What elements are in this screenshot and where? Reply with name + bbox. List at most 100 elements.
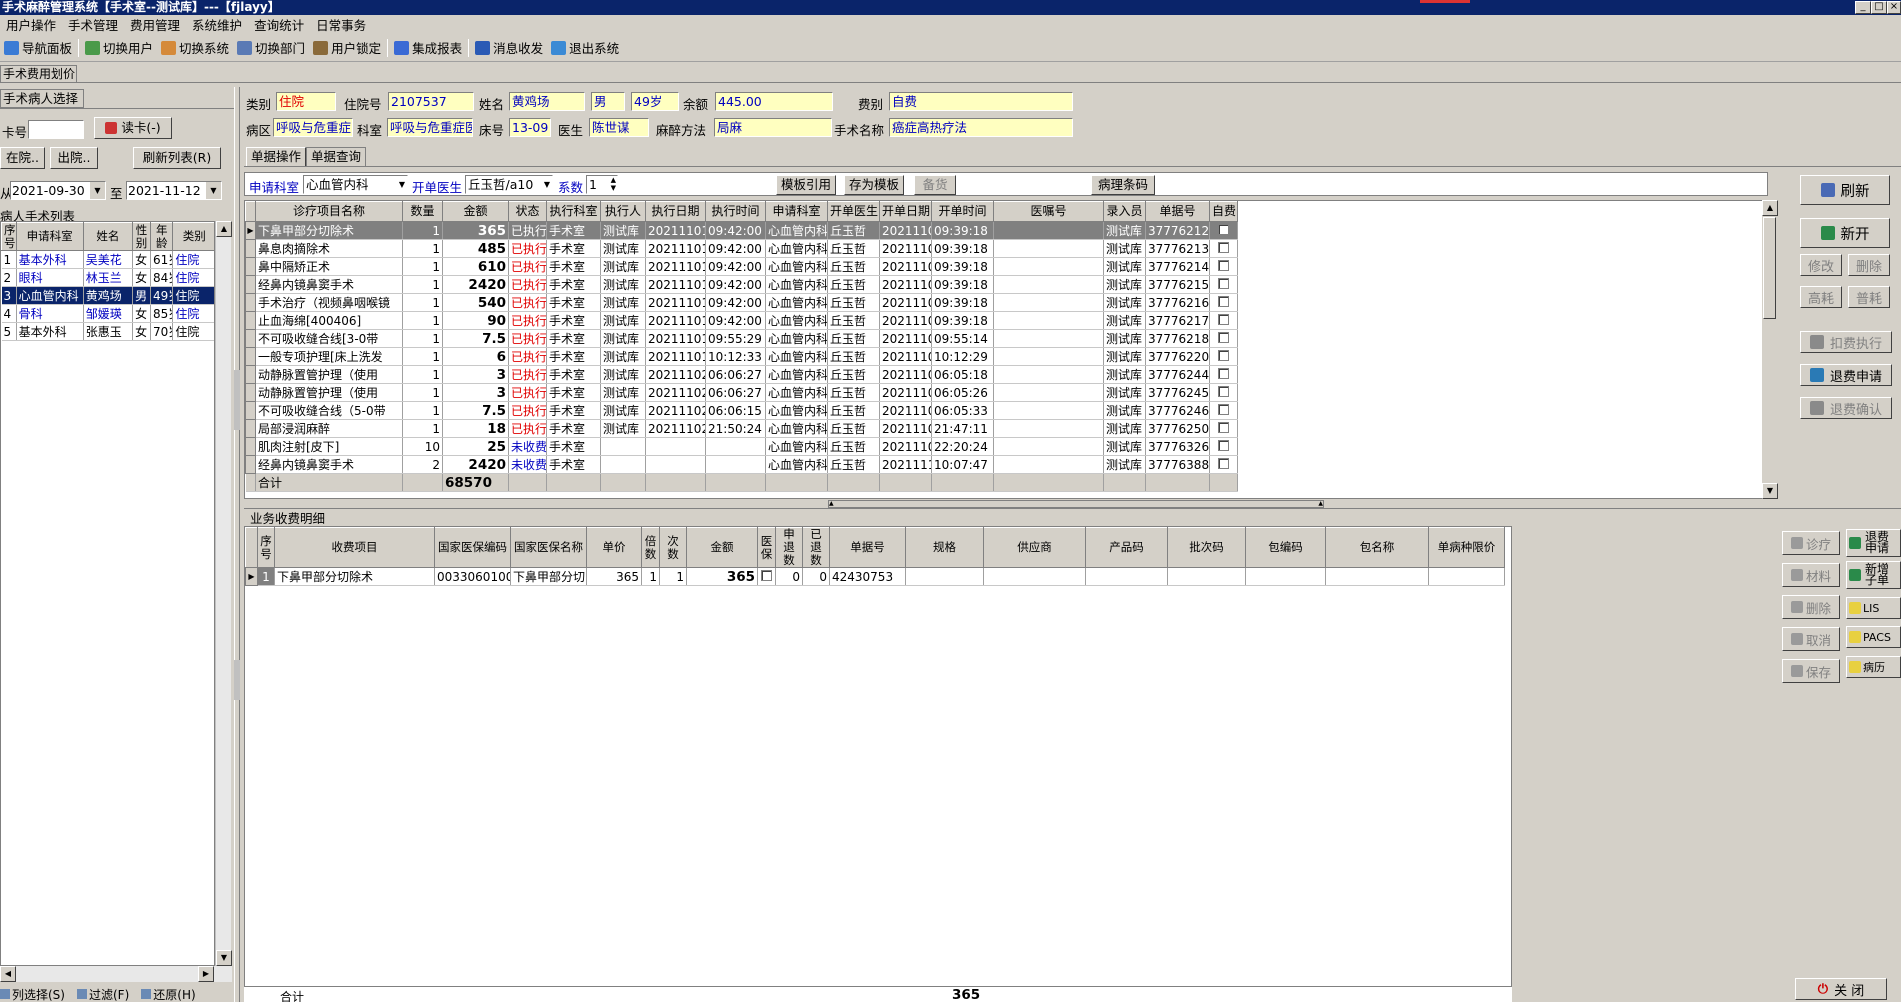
patient-col-header[interactable]: 姓名 (82, 222, 134, 251)
discharged-button[interactable]: 出院.. (50, 147, 98, 169)
date-from-input[interactable]: 2021-09-30 ▼ (10, 181, 106, 200)
detail-left-button-2[interactable]: 删除 (1782, 595, 1840, 619)
detail-col-header[interactable]: 序号 (257, 527, 275, 568)
self-pay-cell[interactable] (1209, 437, 1238, 456)
bill-row[interactable]: 动静脉置管护理（使用 1 3 已执行 手术室 测试库 20211102 06:06:27 心血管… (245, 365, 1238, 384)
detail-row[interactable]: ▶1下鼻甲部分切除术003306010080下鼻甲部分切365113650042… (245, 567, 1505, 586)
patient-row[interactable]: 3心血管内科黄鸡场男49岁住院 (1, 286, 214, 305)
self-pay-checkbox[interactable] (1218, 295, 1229, 307)
menu-item-4[interactable]: 查询统计 (248, 15, 310, 34)
maximize-button[interactable]: □ (1871, 1, 1887, 14)
tab-1[interactable]: 单据查询 (306, 147, 367, 166)
bill-col-header[interactable]: 执行人 (600, 201, 646, 222)
detail-col-header[interactable]: 产品码 (1085, 527, 1168, 568)
self-pay-cell[interactable] (1209, 347, 1238, 366)
scroll-down-icon[interactable]: ▼ (1762, 483, 1778, 499)
detail-col-header[interactable]: 国家医保名称 (510, 527, 587, 568)
bill-row[interactable]: 止血海绵[400406] 1 90 已执行 手术室 测试库 20211101 09:42:00… (245, 311, 1238, 330)
bill-row[interactable]: 手术治疗（视频鼻咽喉镜 1 540 已执行 手术室 测试库 20211101 09:42:00… (245, 293, 1238, 312)
insurance-checkbox[interactable] (761, 569, 772, 581)
side-button-3[interactable]: 删除 (1848, 254, 1890, 276)
bill-col-header[interactable]: 状态 (508, 201, 547, 222)
detail-right-button-0[interactable]: 退费申请 (1846, 529, 1901, 557)
in-hospital-button[interactable]: 在院.. (0, 147, 45, 169)
toolbar-item-5[interactable]: 集成报表 (390, 38, 466, 57)
tab-surgery-fee[interactable]: 手术费用划价 (0, 65, 77, 83)
card-input[interactable] (28, 120, 84, 139)
side-button-2[interactable]: 修改 (1800, 254, 1842, 276)
patient-col-header[interactable]: 性别 (132, 222, 151, 251)
detail-col-header[interactable]: 收费项目 (274, 527, 435, 568)
patient-col-header[interactable]: 申请科室 (15, 222, 84, 251)
patient-col-header[interactable]: 年龄 (149, 222, 174, 251)
pathology-code-button[interactable]: 病理条码 (1091, 175, 1155, 195)
bill-col-header[interactable]: 执行科室 (546, 201, 601, 222)
patient-row[interactable]: 5基本外科张惠玉女70岁住院 (1, 322, 214, 341)
self-pay-cell[interactable] (1209, 239, 1238, 258)
self-pay-checkbox[interactable] (1218, 421, 1229, 433)
bill-col-header[interactable]: 开单医生 (827, 201, 880, 222)
detail-col-header[interactable]: 倍数 (641, 527, 660, 568)
bill-col-header[interactable]: 诊疗项目名称 (255, 201, 403, 222)
bill-row[interactable]: ▶ 下鼻甲部分切除术 1 365 已执行 手术室 测试库 20211101 09:42:00 心血… (245, 221, 1238, 240)
menu-item-3[interactable]: 系统维护 (186, 15, 248, 34)
bill-row[interactable]: 一般专项护理[床上洗发 1 6 已执行 手术室 测试库 20211101 10:12:33 心血… (245, 347, 1238, 366)
bill-row[interactable]: 肌肉注射[皮下]1025未收费手术室 心血管内科丘玉哲2021110222:20:… (245, 437, 1238, 456)
self-pay-checkbox[interactable] (1218, 349, 1229, 361)
self-pay-cell[interactable] (1209, 221, 1238, 240)
self-pay-checkbox[interactable] (1218, 241, 1229, 253)
bill-row[interactable]: 鼻中隔矫正术 1 610 已执行 手术室 测试库 20211101 09:42:00 心血管内科… (245, 257, 1238, 276)
side-button-6[interactable]: 扣费执行 (1800, 331, 1892, 353)
side-button-1[interactable]: 新开 (1800, 218, 1890, 248)
patient-list-hscroll[interactable]: ◀ ▶ (0, 966, 232, 982)
scroll-right-icon[interactable]: ▶ (198, 966, 214, 982)
close-window-button[interactable]: × (1887, 1, 1901, 14)
template-ref-button[interactable]: 模板引用 (776, 175, 836, 195)
bill-grid-scrollbar[interactable]: ▲ ▼ (1762, 200, 1778, 499)
bill-col-header[interactable]: 开单时间 (931, 201, 994, 222)
detail-col-header[interactable]: 单价 (586, 527, 642, 568)
side-button-5[interactable]: 普耗 (1848, 286, 1890, 308)
self-pay-cell[interactable] (1209, 329, 1238, 348)
self-pay-checkbox[interactable] (1218, 457, 1229, 469)
detail-right-button-2[interactable]: LIS (1846, 597, 1901, 619)
bill-row[interactable]: 经鼻内镜鼻窦手术22420未收费手术室 心血管内科丘玉哲2021111210:07… (245, 455, 1238, 474)
self-pay-cell[interactable] (1209, 455, 1238, 474)
insurance-cell[interactable] (757, 567, 776, 586)
self-pay-checkbox[interactable] (1218, 223, 1229, 235)
self-pay-checkbox[interactable] (1218, 439, 1229, 451)
self-pay-checkbox[interactable] (1218, 331, 1229, 343)
detail-col-header[interactable]: 包名称 (1325, 527, 1429, 568)
bill-col-header[interactable]: 录入员 (1103, 201, 1146, 222)
left-bottom-button-0[interactable]: 列选择(S) (0, 986, 65, 1002)
left-splitter[interactable] (234, 87, 240, 1002)
toolbar-item-4[interactable]: 用户锁定 (309, 38, 385, 57)
left-bottom-button-1[interactable]: 过滤(F) (76, 986, 129, 1002)
detail-col-header[interactable]: 已退数 (802, 527, 830, 568)
toolbar-item-3[interactable]: 切换部门 (233, 38, 309, 57)
detail-col-header[interactable]: 国家医保编码 (434, 527, 511, 568)
close-button[interactable]: ⏻ 关 闭 (1795, 978, 1887, 1000)
bill-row[interactable]: 经鼻内镜鼻窦手术 1 2420 已执行 手术室 测试库 20211101 09:42:00 心血… (245, 275, 1238, 294)
self-pay-checkbox[interactable] (1218, 403, 1229, 415)
detail-col-header[interactable]: 申退数 (775, 527, 803, 568)
detail-col-header[interactable]: 单据号 (829, 527, 906, 568)
menu-item-2[interactable]: 费用管理 (124, 15, 186, 34)
patient-list-scrollbar[interactable]: ▲ ▼ (215, 221, 232, 966)
bill-col-header[interactable]: 单据号 (1145, 201, 1210, 222)
bill-row[interactable]: 鼻息肉摘除术 1 485 已执行 手术室 测试库 20211101 09:42:00 心血管内科… (245, 239, 1238, 258)
self-pay-checkbox[interactable] (1218, 313, 1229, 325)
self-pay-checkbox[interactable] (1218, 259, 1229, 271)
detail-left-button-4[interactable]: 保存 (1782, 659, 1840, 683)
chevron-down-icon[interactable]: ▼ (399, 176, 405, 193)
detail-left-button-1[interactable]: 材料 (1782, 563, 1840, 587)
minimize-button[interactable]: _ (1855, 1, 1871, 14)
menu-item-0[interactable]: 用户操作 (0, 15, 62, 34)
left-bottom-button-2[interactable]: 还原(H) (141, 986, 196, 1002)
detail-right-button-3[interactable]: PACS (1846, 626, 1901, 648)
detail-col-header[interactable]: 金额 (686, 527, 758, 568)
menu-item-1[interactable]: 手术管理 (62, 15, 124, 34)
bill-col-header[interactable]: 医嘱号 (993, 201, 1104, 222)
menu-item-5[interactable]: 日常事务 (310, 15, 372, 34)
filter-dept-select[interactable]: 心血管内科 ▼ (303, 175, 408, 194)
